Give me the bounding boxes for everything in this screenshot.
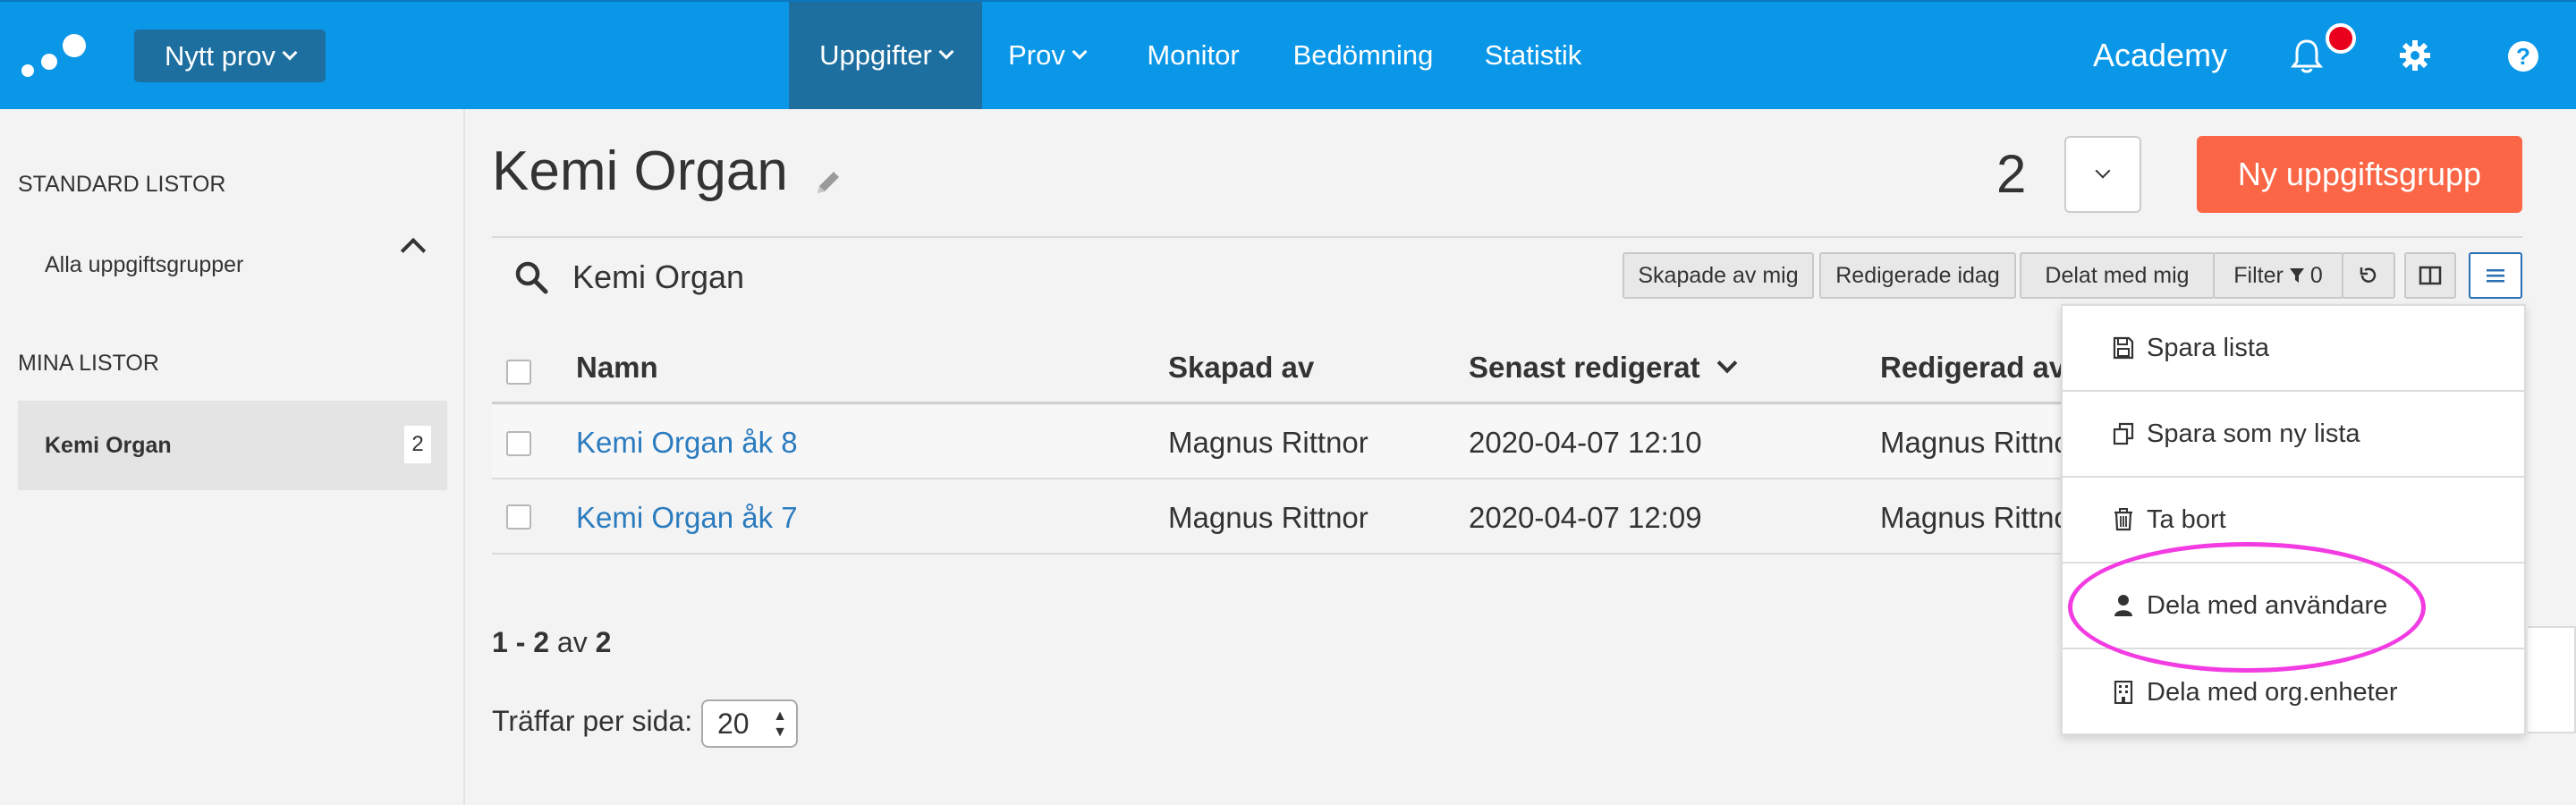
chevron-down-icon <box>2095 163 2111 179</box>
nav-item-monitor[interactable]: Monitor <box>1131 2 1256 109</box>
copy-icon <box>2113 422 2134 445</box>
help-icon[interactable]: ? <box>2508 41 2538 72</box>
pager-range: 1 - 2 <box>492 626 550 658</box>
new-exam-button[interactable]: Nytt prov <box>134 30 326 82</box>
menu-item-label: Dela med användare <box>2147 590 2388 620</box>
row-name-link[interactable]: Kemi Organ åk 7 <box>576 501 798 535</box>
logo-icon[interactable] <box>16 29 88 82</box>
row-last-edited: 2020-04-07 12:09 <box>1469 501 1702 534</box>
nav-item-label: Bedömning <box>1292 39 1434 71</box>
nav-item-label: Uppgifter <box>819 39 932 71</box>
columns-button[interactable] <box>2404 252 2456 299</box>
trash-icon <box>2114 508 2132 531</box>
hamburger-icon <box>2487 269 2504 283</box>
menu-item-label: Spara som ny lista <box>2147 419 2360 448</box>
per-page-label: Träffar per sida: <box>492 705 693 737</box>
row-created-by: Magnus Rittnor <box>1168 501 1368 534</box>
sort-chevron-down-icon[interactable] <box>1716 352 1737 374</box>
my-lists-heading: MINA LISTOR <box>18 351 159 376</box>
per-page-value: 20 <box>717 707 750 740</box>
row-checkbox[interactable] <box>506 431 531 456</box>
row-edited-by: Magnus Rittnor <box>1880 426 2080 459</box>
count-dropdown-button[interactable] <box>2064 136 2141 213</box>
search-input[interactable] <box>572 252 1020 302</box>
funnel-icon <box>2289 268 2304 283</box>
standard-lists-heading: STANDARD LISTOR <box>18 172 226 197</box>
divider <box>492 236 2522 238</box>
nav-item-bedomning[interactable]: Bedömning <box>1284 2 1442 109</box>
reset-filter-button[interactable] <box>2342 252 2395 299</box>
filter-count: 0 <box>2309 262 2323 288</box>
user-icon <box>2114 595 2132 616</box>
filter-button[interactable]: Filter 0 <box>2213 252 2343 299</box>
filter-label: Filter <box>2233 262 2284 288</box>
chevron-down-icon <box>282 45 298 60</box>
menu-item-label: Dela med org.enheter <box>2147 677 2398 707</box>
row-created-by: Magnus Rittnor <box>1168 426 1368 459</box>
row-edited-by: Magnus Rittnor <box>1880 501 2080 534</box>
list-actions-menu: Spara lista Spara som ny lista Ta bort D… <box>2061 304 2526 735</box>
nav-item-label: Statistik <box>1484 39 1582 71</box>
table-row: Kemi Organ åk 7 Magnus Rittnor 2020-04-0… <box>492 481 2080 555</box>
save-icon <box>2113 336 2134 360</box>
nav-item-label: Monitor <box>1147 39 1240 71</box>
select-arrows-icon: ▲ ▼ <box>773 708 787 740</box>
menu-item-save-as-new[interactable]: Spara som ny lista <box>2063 392 2524 478</box>
created-by-me-button[interactable]: Skapade av mig <box>1623 252 1814 299</box>
row-last-edited: 2020-04-07 12:10 <box>1469 426 1702 459</box>
pager-total: 2 <box>595 626 612 658</box>
menu-item-delete[interactable]: Ta bort <box>2063 478 2524 564</box>
sidebar-item-count: 2 <box>404 426 431 463</box>
undo-icon <box>2360 267 2377 283</box>
sidebar-item-all-groups[interactable]: Alla uppgiftsgrupper <box>45 252 243 278</box>
menu-item-label: Spara lista <box>2147 333 2270 362</box>
column-header-last-edited[interactable]: Senast redigerat <box>1469 351 1737 385</box>
select-all-checkbox[interactable] <box>506 360 531 385</box>
sidebar-item-label: Kemi Organ <box>45 433 172 458</box>
pager-of: av <box>556 626 588 658</box>
nav-item-statistik[interactable]: Statistik <box>1472 2 1594 109</box>
building-icon <box>2114 681 2133 704</box>
academy-link[interactable]: Academy <box>2093 2 2227 109</box>
column-header-name[interactable]: Namn <box>576 351 658 385</box>
bell-icon[interactable] <box>2290 38 2324 73</box>
row-checkbox[interactable] <box>506 504 531 530</box>
nav-item-prov[interactable]: Prov <box>993 2 1100 109</box>
menu-item-label: Ta bort <box>2147 504 2226 534</box>
pagination-summary: 1 - 2 av 2 <box>492 626 611 659</box>
sidebar: STANDARD LISTOR Alla uppgiftsgrupper MIN… <box>0 109 465 805</box>
row-name-link[interactable]: Kemi Organ åk 8 <box>576 426 798 460</box>
gear-icon[interactable] <box>2399 39 2431 72</box>
side-panel-edge <box>2528 626 2576 733</box>
nav-item-uppgifter[interactable]: Uppgifter <box>789 2 982 109</box>
menu-item-share-with-org-units[interactable]: Dela med org.enheter <box>2063 649 2524 735</box>
pencil-icon[interactable] <box>812 166 844 199</box>
group-count: 2 <box>1996 144 2027 204</box>
nav-item-label: Prov <box>1008 39 1065 71</box>
shared-with-me-button[interactable]: Delat med mig <box>2020 252 2215 299</box>
menu-item-share-with-users[interactable]: Dela med användare <box>2063 564 2524 649</box>
menu-item-save-list[interactable]: Spara lista <box>2063 306 2524 392</box>
column-header-edited-by[interactable]: Redigerad av <box>1880 351 2065 385</box>
list-menu-button[interactable] <box>2469 252 2522 299</box>
new-exam-label: Nytt prov <box>164 39 276 72</box>
notification-badge <box>2326 23 2356 54</box>
table-header: Namn Skapad av Senast redigerat Redigera… <box>492 340 2066 404</box>
table-row: Kemi Organ åk 8 Magnus Rittnor 2020-04-0… <box>492 406 2080 479</box>
search-icon <box>515 261 548 294</box>
sidebar-item-kemi-organ[interactable]: Kemi Organ 2 <box>18 401 447 490</box>
edited-today-button[interactable]: Redigerade idag <box>1819 252 2016 299</box>
chevron-down-icon <box>1072 44 1088 60</box>
chevron-up-icon[interactable] <box>400 237 427 264</box>
columns-icon <box>2419 266 2442 285</box>
page-title: Kemi Organ <box>492 140 788 202</box>
new-group-button[interactable]: Ny uppgiftsgrupp <box>2197 136 2522 213</box>
column-header-created-by[interactable]: Skapad av <box>1168 351 1314 385</box>
per-page-select[interactable]: 20 ▲ ▼ <box>701 699 798 748</box>
chevron-down-icon <box>938 44 954 60</box>
top-navigation-bar: Nytt prov Uppgifter Prov Monitor Bedömni… <box>0 0 2576 109</box>
